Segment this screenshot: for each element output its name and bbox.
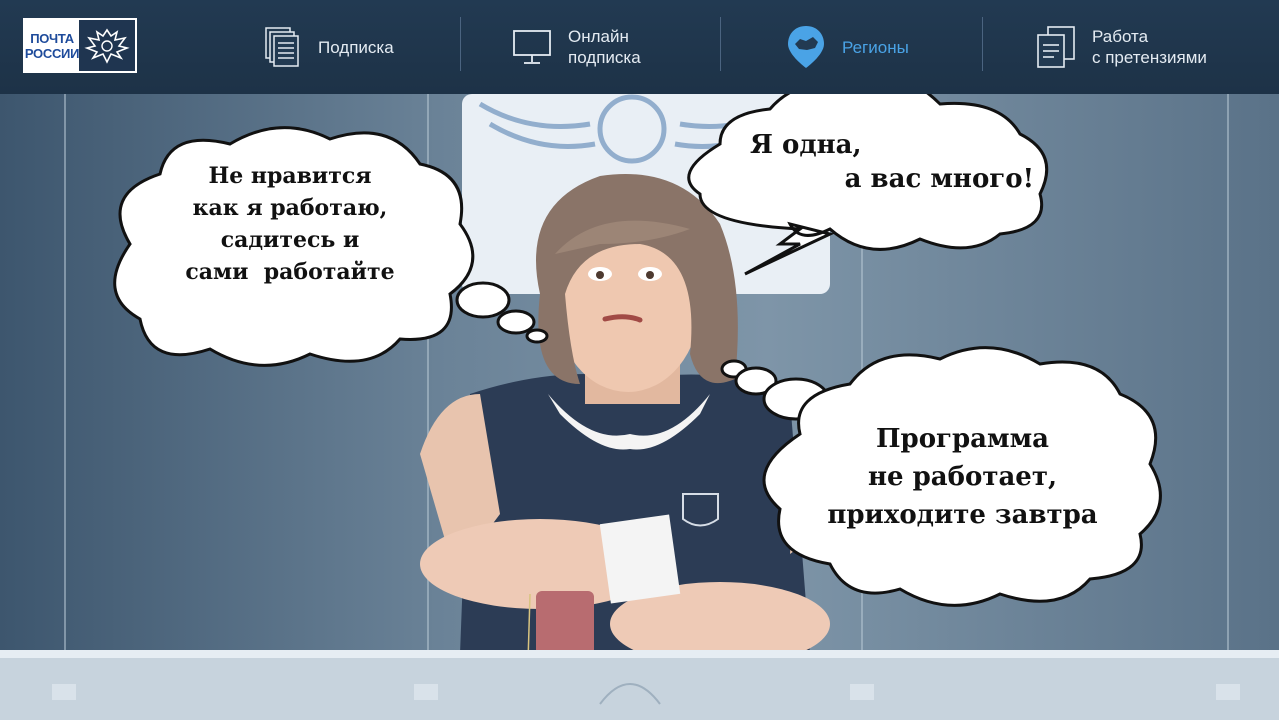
monitor-icon (512, 24, 552, 70)
bubble-line: а вас много! (844, 164, 1034, 194)
bubble-line: Не нравится (208, 163, 372, 189)
nav-item-online-subscription[interactable]: Онлайн подписка (512, 0, 641, 94)
nav-label-subscription: Подписка (318, 37, 394, 57)
cartoon-postal-clerk-illustration: Не нравится как я работаю, садитесь и са… (0, 94, 1279, 720)
bubble-line: приходите завтра (827, 500, 1098, 530)
nav-divider (982, 17, 983, 71)
nav-item-claims[interactable]: Работа с претензиями (1036, 0, 1207, 94)
nav-label-line-2: с претензиями (1092, 48, 1207, 67)
logo-line-2: РОССИИ (24, 45, 80, 61)
speech-bubble-top-right-text: Я одна, а вас много! (730, 128, 1040, 196)
nav-divider (720, 17, 721, 71)
claims-document-icon (1036, 24, 1076, 70)
speech-bubble-left-text: Не нравится как я работаю, садитесь и са… (140, 160, 440, 288)
nav-item-subscription[interactable]: Подписка (262, 0, 394, 94)
nav-divider (460, 17, 461, 71)
map-pin-icon (786, 24, 826, 70)
bubble-line: садитесь и (220, 227, 360, 253)
nav-label-line-1: Работа (1092, 27, 1149, 46)
nav-label-claims: Работа с претензиями (1092, 26, 1207, 68)
nav-label-line-2: подписка (568, 48, 641, 67)
nav-label-online-subscription: Онлайн подписка (568, 26, 641, 68)
logo-text: ПОЧТА РОССИИ (25, 20, 79, 71)
top-navigation-bar: ПОЧТА РОССИИ Подписка Онлайн подписка Ре… (0, 0, 1279, 94)
eagle-emblem-icon (79, 20, 135, 71)
bubble-line: не работает, (868, 462, 1057, 492)
bubble-line: Программа (875, 424, 1050, 454)
speech-bubble-bottom-right-text: Программа не работает, приходите завтра (780, 420, 1145, 534)
nav-item-regions[interactable]: Регионы (786, 0, 909, 94)
bubble-line: как я работаю, (192, 195, 388, 221)
service-counter (0, 650, 1279, 720)
documents-icon (262, 24, 302, 70)
nav-label-regions: Регионы (842, 37, 909, 57)
nav-label-line-1: Онлайн (568, 27, 629, 46)
logo-line-1: ПОЧТА (30, 30, 74, 46)
pochta-rossii-logo[interactable]: ПОЧТА РОССИИ (23, 18, 137, 73)
bubble-line: сами работайте (185, 259, 395, 285)
bubble-line: Я одна, (750, 130, 862, 160)
